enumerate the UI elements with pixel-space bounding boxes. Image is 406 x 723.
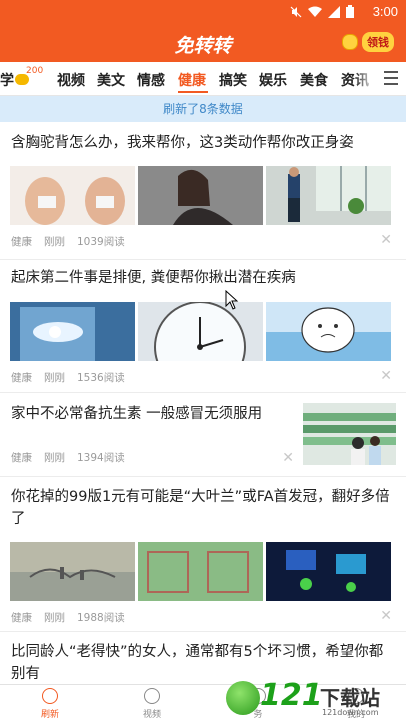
tab-food[interactable]: 美食 [300,70,328,90]
article-reads: 1039阅读 [77,236,125,248]
article-category: 健康 [11,612,32,624]
article-image [10,302,135,361]
article-time: 刚刚 [44,236,65,248]
status-time: 3:00 [372,4,398,19]
watermark-number: 121 [260,678,323,713]
dismiss-icon[interactable]: ✕ [380,232,392,248]
watermark-logo: 121 下载站 121down.com [218,678,406,722]
nav-label: 视频 [142,710,161,720]
battery-icon [346,5,354,22]
list-item[interactable]: 家中不必常备抗生素 一般感冒无须服用 健康 刚刚 1394阅读 ✕ [0,392,406,477]
article-images [10,302,391,361]
refresh-icon [42,688,58,704]
nav-label: 刷新 [40,710,59,720]
article-image [10,166,135,225]
article-time: 刚刚 [44,372,65,384]
watermark-text: 下载站 [320,686,380,710]
article-images [10,542,391,601]
article-image [303,403,396,465]
article-reads: 1536阅读 [77,372,125,384]
coin-badge: 200 [26,66,44,76]
status-icons [290,5,354,22]
watermark-url: 121down.com [322,708,379,717]
tabs-fade [354,62,376,95]
redpack-label: 领钱 [362,32,394,52]
nav-refresh[interactable]: 刷新 [20,688,80,720]
article-title[interactable]: 家中不必常备抗生素 一般感冒无须服用 [11,403,286,425]
tab-essay[interactable]: 美文 [97,70,125,90]
article-category: 健康 [11,452,32,464]
tab-health[interactable]: 健康 [178,70,206,90]
refresh-notice: 刷新了8条数据 [0,96,406,122]
dismiss-icon[interactable]: ✕ [380,368,392,384]
mute-icon [290,6,302,22]
article-image [266,302,391,361]
tab-video[interactable]: 视频 [57,70,85,90]
dismiss-icon[interactable]: ✕ [380,608,392,624]
wifi-icon [308,6,322,22]
article-meta: 健康 刚刚 1988阅读 [11,610,125,625]
globe-icon [226,681,260,715]
article-title[interactable]: 含胸驼背怎么办，我来帮你，这3类动作帮你改正身姿 [11,132,394,154]
mouse-cursor-icon [225,290,239,310]
tab-partial[interactable]: 学 [0,70,14,90]
list-item[interactable]: 含胸驼背怎么办，我来帮你，这3类动作帮你改正身姿 健康 刚刚 1039阅读 ✕ [0,122,406,260]
app-header: 免转转 领钱 [0,24,406,62]
tab-entertainment[interactable]: 娱乐 [259,70,287,90]
nav-video[interactable]: 视频 [122,688,182,720]
article-images [10,166,391,225]
article-image [10,542,135,601]
redpack-button[interactable]: 领钱 [342,32,394,52]
dismiss-icon[interactable]: ✕ [282,450,294,466]
article-reads: 1988阅读 [77,612,125,624]
article-meta: 健康 刚刚 1536阅读 [11,370,125,385]
article-image [266,166,391,225]
article-meta: 健康 刚刚 1394阅读 [11,450,125,465]
signal-icon [328,5,340,22]
article-image [138,542,263,601]
article-reads: 1394阅读 [77,452,125,464]
article-title[interactable]: 起床第二件事是排便, 粪便帮你揪出潜在疾病 [11,267,394,289]
tab-emotion[interactable]: 情感 [137,70,165,90]
active-tab-indicator [178,91,208,93]
article-image [138,166,263,225]
tab-funny[interactable]: 搞笑 [219,70,247,90]
list-item[interactable]: 比同龄人“老得快”的女人，通常都有5个坏习惯，希望你都别有 [0,631,406,684]
list-item[interactable]: 你花掉的99版1元有可能是“大叶兰”或FA首发冠，翻好多倍了 健康 刚刚 198… [0,476,406,632]
article-image [266,542,391,601]
article-image [138,302,263,361]
article-category: 健康 [11,236,32,248]
gold-coin-icon [342,34,358,50]
article-meta: 健康 刚刚 1039阅读 [11,234,125,249]
list-item[interactable]: 起床第二件事是排便, 粪便帮你揪出潜在疾病 健康 刚刚 1536阅读 ✕ [0,259,406,393]
article-time: 刚刚 [44,612,65,624]
article-category: 健康 [11,372,32,384]
category-tabs: 学 200 视频 美文 情感 健康 搞笑 娱乐 美食 资讯 [0,62,406,96]
status-bar: 3:00 [0,0,406,24]
article-title[interactable]: 你花掉的99版1元有可能是“大叶兰”或FA首发冠，翻好多倍了 [11,486,394,530]
play-icon [144,688,160,704]
article-time: 刚刚 [44,452,65,464]
menu-icon[interactable] [384,71,398,89]
